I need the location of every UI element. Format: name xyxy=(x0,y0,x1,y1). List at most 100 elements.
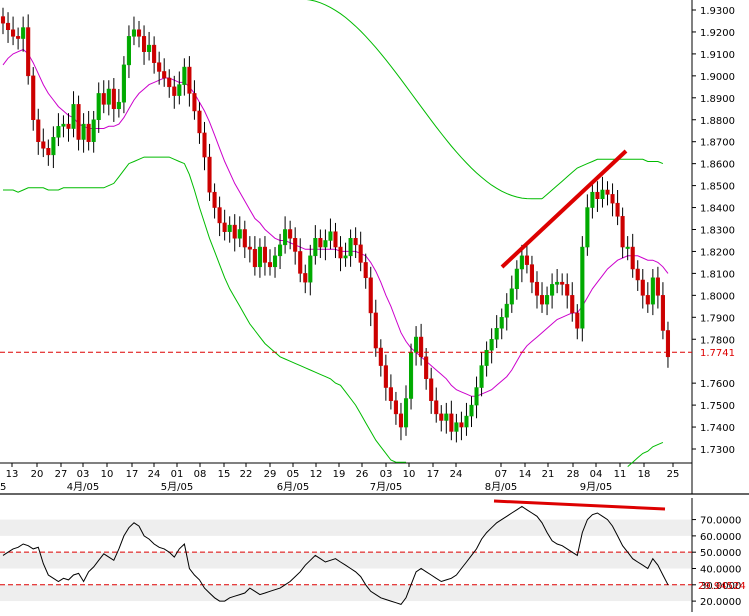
time-tick-label: 19 xyxy=(333,469,346,480)
oscillator-shade-low xyxy=(0,584,692,602)
candle-body xyxy=(207,156,212,193)
price-tick-label: 1.8900 xyxy=(700,94,735,105)
candle-body xyxy=(615,202,620,217)
price-tick-label: 1.9100 xyxy=(700,50,735,61)
time-tick-label: 05 xyxy=(287,469,300,480)
candle-body xyxy=(172,86,177,96)
candle-body xyxy=(106,88,111,105)
month-label: 9月/05 xyxy=(580,481,612,493)
candle-body xyxy=(660,295,665,331)
candle-body xyxy=(348,238,353,257)
time-tick-label: 08 xyxy=(194,469,207,480)
candle-body xyxy=(182,66,187,85)
candle-body xyxy=(560,281,565,285)
time-tick-label: 10 xyxy=(101,469,114,480)
candle-body xyxy=(202,132,207,158)
candle-body xyxy=(323,240,328,248)
candle-body xyxy=(398,413,404,428)
candle-body xyxy=(655,277,660,296)
candle-body xyxy=(640,279,645,296)
candle-body xyxy=(469,404,474,417)
candle-body xyxy=(303,273,308,283)
price-tick-label: 1.7600 xyxy=(700,379,735,390)
candle-body xyxy=(479,365,484,388)
candle-body xyxy=(222,222,227,232)
candle-body xyxy=(444,413,449,421)
candle-body xyxy=(600,189,605,200)
time-tick-label: 17 xyxy=(126,469,139,480)
month-label: 6月/05 xyxy=(277,481,309,493)
candle-body xyxy=(393,400,398,415)
time-tick-label: 27 xyxy=(55,469,68,480)
candle-body xyxy=(121,64,126,103)
candle-body xyxy=(192,93,197,112)
candle-body xyxy=(333,231,338,248)
candle-body xyxy=(439,413,444,421)
candle-body xyxy=(71,104,76,129)
candle-body xyxy=(575,312,580,329)
candle-body xyxy=(177,84,182,96)
candle-body xyxy=(308,255,313,283)
candle-body xyxy=(162,71,167,79)
month-label: 7月/05 xyxy=(370,481,402,493)
candle-body xyxy=(524,255,529,265)
candle-body xyxy=(434,400,439,415)
time-tick-label: 12 xyxy=(310,469,323,480)
candle-body xyxy=(298,251,303,274)
price-tick-label: 1.8600 xyxy=(700,160,735,171)
candle-body xyxy=(328,231,333,241)
price-tick-label: 1.9300 xyxy=(700,6,735,17)
candle-body xyxy=(16,36,21,39)
price-tick-label: 1.8100 xyxy=(700,269,735,280)
candle-body xyxy=(449,413,454,432)
candle-body xyxy=(610,194,615,204)
time-tick-label: 22 xyxy=(240,469,253,480)
candle-body xyxy=(0,16,6,24)
candle-body xyxy=(288,229,293,239)
candle-body xyxy=(167,77,172,88)
candle-body xyxy=(408,352,414,399)
oscillator-current-label: 29.94524 xyxy=(698,581,746,592)
candle-body xyxy=(46,148,51,156)
time-tick-label: 24 xyxy=(148,469,161,480)
oscillator-tick-label: 50.0000 xyxy=(700,548,741,559)
candle-body xyxy=(419,336,424,358)
candle-body xyxy=(152,44,157,63)
edge-month-label: 5 xyxy=(0,482,6,493)
candle-body xyxy=(61,123,66,127)
time-tick-label: 29 xyxy=(264,469,277,480)
candle-body xyxy=(51,137,56,156)
price-tick-label: 1.7800 xyxy=(700,335,735,346)
candle-body xyxy=(519,255,524,270)
month-label: 4月/05 xyxy=(67,481,99,493)
time-tick-label: 20 xyxy=(31,469,44,480)
candle-body xyxy=(136,29,142,37)
price-tick-label: 1.8400 xyxy=(700,204,735,215)
candle-body xyxy=(252,249,257,268)
time-tick-label: 18 xyxy=(638,469,651,480)
candle-body xyxy=(504,303,509,318)
price-tick-label: 1.7400 xyxy=(700,423,735,434)
candle-body xyxy=(368,277,373,314)
candle-body xyxy=(111,88,116,110)
time-tick-label: 15 xyxy=(218,469,231,480)
candle-body xyxy=(56,126,61,138)
candle-body xyxy=(454,422,459,432)
candle-body xyxy=(338,246,343,259)
candle-body xyxy=(630,246,635,270)
candle-body xyxy=(605,189,610,195)
candle-body xyxy=(580,246,585,329)
candle-body xyxy=(499,317,504,329)
oscillator-tick-label: 60.0000 xyxy=(700,532,741,543)
candle-body xyxy=(21,27,26,39)
candle-body xyxy=(116,101,121,110)
candle-body xyxy=(635,268,640,281)
candle-body xyxy=(242,229,247,248)
candle-body xyxy=(590,191,595,208)
candle-body xyxy=(464,415,469,428)
candle-body xyxy=(373,312,378,349)
candle-body xyxy=(539,295,545,305)
candle-body xyxy=(257,246,262,268)
candle-body xyxy=(459,422,464,428)
candle-body xyxy=(187,66,192,94)
